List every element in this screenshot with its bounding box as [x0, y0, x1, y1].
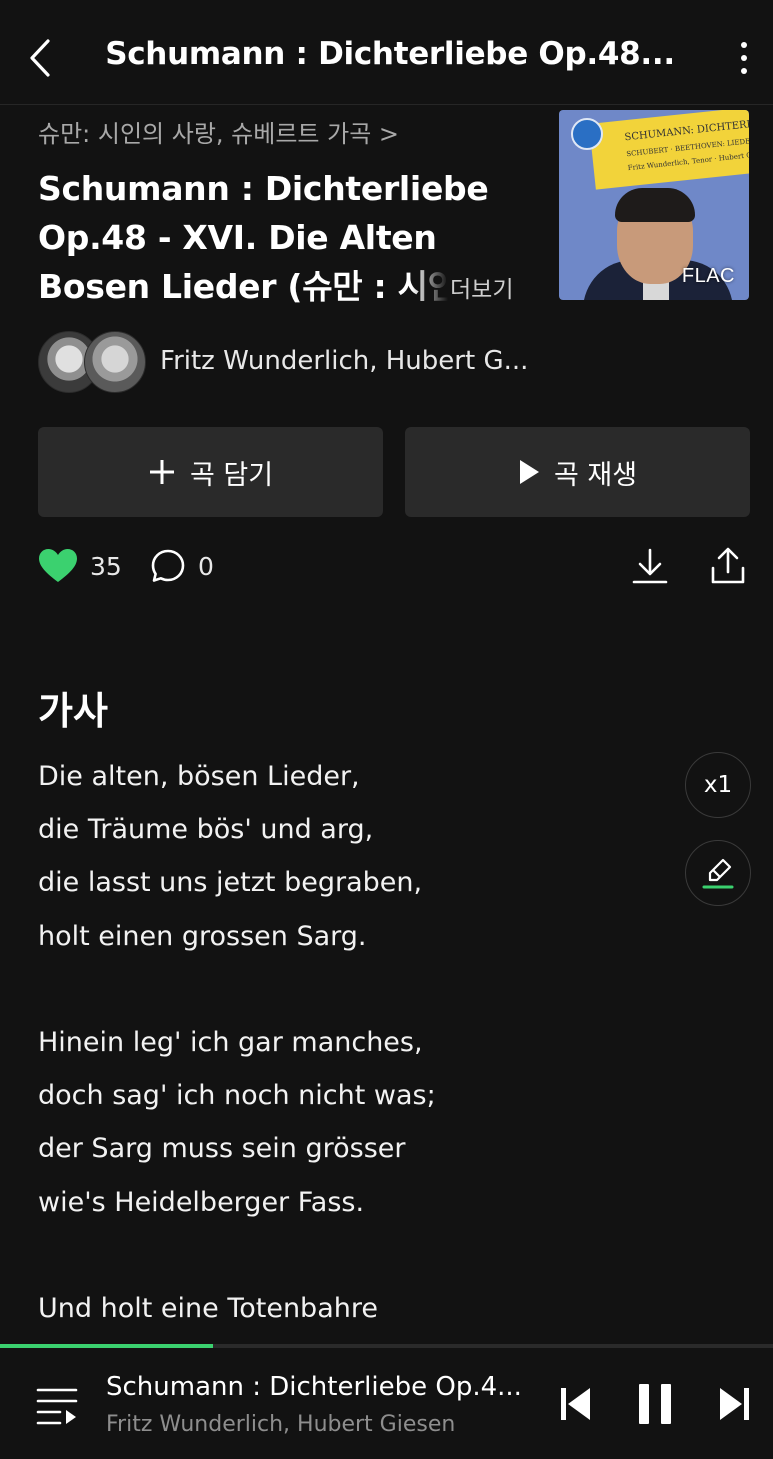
add-button-label: 곡 담기 [189, 459, 274, 491]
share-button[interactable] [706, 544, 750, 588]
lyrics-line: holt einen grossen Sarg. [38, 920, 367, 952]
more-text-button[interactable]: 더보기 [448, 270, 514, 304]
add-to-playlist-button[interactable]: 곡 담기 [38, 427, 383, 517]
play-button-label: 곡 재생 [553, 459, 638, 491]
avatar [84, 331, 146, 393]
lyrics-line: Die alten, bösen Lieder, [38, 761, 360, 792]
lyrics-line: Und holt eine Totenbahre [38, 1293, 378, 1324]
title-fade [412, 262, 448, 306]
like-count: 35 [90, 551, 122, 581]
share-icon [711, 547, 745, 584]
previous-track-button[interactable] [558, 1384, 594, 1424]
next-track-button[interactable] [716, 1384, 752, 1424]
comment-button[interactable]: 0 [150, 548, 214, 584]
like-button[interactable]: 35 [38, 548, 122, 584]
now-playing-title[interactable]: Schumann : Dichterliebe Op.4... [106, 1372, 526, 1402]
lyrics-line: doch sag' ich noch nicht was; [38, 1080, 436, 1112]
song-title-line: Op.48 - XVI. Die Alten [38, 218, 437, 257]
artist-avatars[interactable] [38, 331, 148, 393]
artist-names[interactable]: Fritz Wunderlich, Hubert G... [160, 346, 528, 376]
skip-forward-icon [720, 1388, 749, 1420]
play-icon [519, 460, 539, 484]
queue-button[interactable] [36, 1386, 78, 1426]
plus-icon [149, 460, 174, 484]
lyrics-line: Hinein leg' ich gar manches, [38, 1027, 423, 1058]
chevron-left-icon [30, 39, 50, 77]
skip-back-icon [561, 1388, 590, 1420]
play-song-button[interactable]: 곡 재생 [405, 427, 750, 517]
comment-icon [151, 549, 185, 582]
song-title-line: Schumann : Dichterliebe [38, 169, 489, 208]
album-cover[interactable]: SCHUMANN: DICHTERLIEBE SCHUBERT · BEETHO… [559, 110, 749, 300]
cover-label: SCHUMANN: DICHTERLIEBE SCHUBERT · BEETHO… [589, 110, 749, 190]
more-options-button[interactable] [726, 34, 762, 82]
comment-count: 0 [198, 551, 214, 581]
album-link[interactable]: 슈만: 시인의 사랑, 슈베르트 가곡 > [38, 114, 399, 149]
lyrics-body: Die alten, bösen Lieder, die Träume bös'… [38, 750, 658, 1335]
progress-fill [0, 1344, 213, 1348]
lyrics-heading: 가사 [38, 689, 108, 733]
back-button[interactable] [18, 34, 62, 82]
format-badge: FLAC [681, 265, 735, 287]
download-button[interactable] [628, 544, 672, 588]
lyrics-line: der Sarg muss sein grösser [38, 1133, 406, 1165]
playback-speed-button[interactable]: x1 [685, 752, 751, 818]
playlist-icon [36, 1388, 78, 1425]
heart-icon [39, 549, 77, 582]
lyrics-line: die lasst uns jetzt begraben, [38, 867, 423, 899]
highlight-button[interactable] [685, 840, 751, 906]
lyrics-line: wie's Heidelberger Fass. [38, 1186, 365, 1218]
pause-icon [639, 1384, 671, 1424]
highlighter-icon [702, 858, 734, 889]
lyrics-line: die Träume bös' und arg, [38, 814, 374, 846]
pause-button[interactable] [636, 1382, 674, 1426]
now-playing-artist: Fritz Wunderlich, Hubert Giesen [106, 1412, 456, 1437]
label-logo [571, 118, 603, 150]
more-vertical-icon [741, 42, 747, 48]
page-title: Schumann : Dichterliebe Op.48... [105, 36, 675, 72]
download-icon [632, 548, 668, 584]
